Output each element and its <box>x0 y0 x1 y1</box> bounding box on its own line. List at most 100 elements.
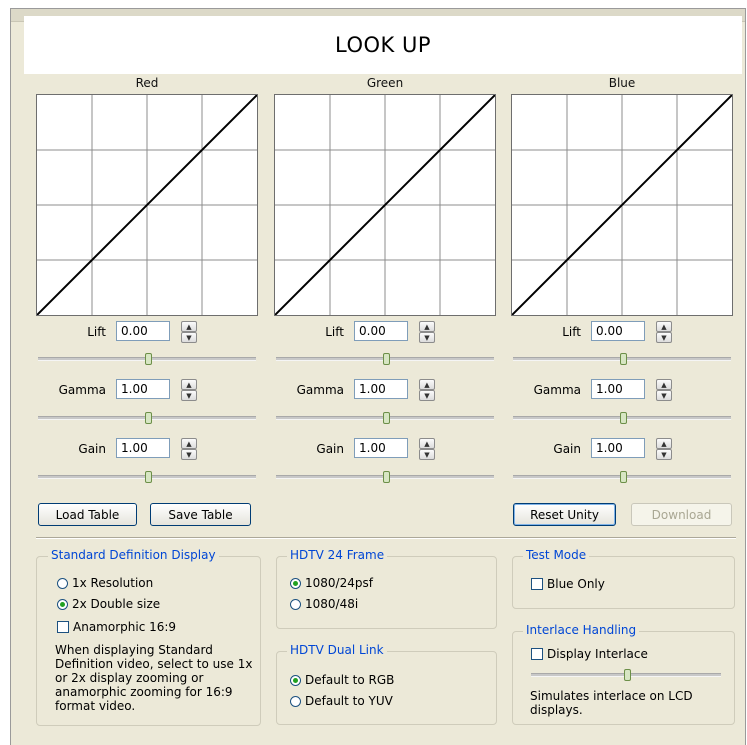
blue-gain-slider-thumb[interactable] <box>620 471 627 483</box>
green-gamma-slider[interactable] <box>276 412 494 424</box>
red-gain-slider-thumb[interactable] <box>145 471 152 483</box>
red-gain-up-icon[interactable]: ▲ <box>181 438 197 449</box>
green-gain-up-icon[interactable]: ▲ <box>419 438 435 449</box>
sd-display-legend: Standard Definition Display <box>48 548 219 562</box>
test-mode-legend: Test Mode <box>523 548 590 562</box>
radio-2x[interactable] <box>57 598 68 610</box>
blue-channel-label: Blue <box>608 76 636 90</box>
red-lift-label: Lift <box>87 325 106 339</box>
radio-1080-24psf[interactable] <box>290 577 301 589</box>
display-interlace-checkbox[interactable] <box>531 648 543 660</box>
green-lift-up-icon[interactable]: ▲ <box>419 321 435 332</box>
red-gamma-up-icon[interactable]: ▲ <box>181 379 197 390</box>
red-gamma-spinner[interactable]: ▲ ▼ <box>181 379 197 401</box>
green-gamma-input[interactable] <box>354 379 408 399</box>
save-table-button[interactable]: Save Table <box>150 503 251 526</box>
sd-description: When displaying Standard Definition vide… <box>55 643 253 713</box>
blue-lift-down-icon[interactable]: ▼ <box>656 332 672 343</box>
green-lift-slider[interactable] <box>276 353 494 365</box>
blue-gamma-down-icon[interactable]: ▼ <box>656 390 672 401</box>
option-1x-resolution[interactable]: 1x Resolution <box>57 576 153 590</box>
green-gain-slider[interactable] <box>276 471 494 483</box>
option-2x-double[interactable]: 2x Double size <box>57 597 160 611</box>
blue-gain-down-icon[interactable]: ▼ <box>656 449 672 460</box>
blue-gain-label: Gain <box>553 442 581 456</box>
red-lift-slider-thumb[interactable] <box>145 353 152 365</box>
window-title: LOOK UP <box>335 33 431 57</box>
red-curve-graph[interactable] <box>36 94 258 316</box>
blue-gamma-input[interactable] <box>591 379 645 399</box>
blue-lift-up-icon[interactable]: ▲ <box>656 321 672 332</box>
blue-gain-input[interactable] <box>591 438 645 458</box>
red-lift-spinner[interactable]: ▲ ▼ <box>181 321 197 343</box>
red-lift-input[interactable] <box>116 321 170 341</box>
red-gain-slider[interactable] <box>38 471 256 483</box>
red-gain-spinner[interactable]: ▲ ▼ <box>181 438 197 460</box>
radio-1x[interactable] <box>57 577 68 589</box>
blue-gain-spinner[interactable]: ▲ ▼ <box>656 438 672 460</box>
blue-gamma-slider[interactable] <box>513 412 731 424</box>
green-gain-down-icon[interactable]: ▼ <box>419 449 435 460</box>
option-1080-48i[interactable]: 1080/48i <box>290 597 358 611</box>
blue-gamma-up-icon[interactable]: ▲ <box>656 379 672 390</box>
blue-lift-input[interactable] <box>591 321 645 341</box>
green-lift-label: Lift <box>325 325 344 339</box>
blue-lift-label: Lift <box>562 325 581 339</box>
green-gamma-spinner[interactable]: ▲ ▼ <box>419 379 435 401</box>
green-lift-down-icon[interactable]: ▼ <box>419 332 435 343</box>
green-gamma-up-icon[interactable]: ▲ <box>419 379 435 390</box>
option-1080-48i-label: 1080/48i <box>305 597 359 611</box>
red-gamma-input[interactable] <box>116 379 170 399</box>
radio-1080-48i[interactable] <box>290 598 301 610</box>
green-gamma-label: Gamma <box>296 383 344 397</box>
blue-gain-up-icon[interactable]: ▲ <box>656 438 672 449</box>
blue-gamma-spinner[interactable]: ▲ ▼ <box>656 379 672 401</box>
blue-curve-graph[interactable] <box>511 94 733 316</box>
blue-lift-spinner[interactable]: ▲ ▼ <box>656 321 672 343</box>
blue-gain-slider[interactable] <box>513 471 731 483</box>
red-channel-label: Red <box>135 76 159 90</box>
green-lift-spinner[interactable]: ▲ ▼ <box>419 321 435 343</box>
red-lift-down-icon[interactable]: ▼ <box>181 332 197 343</box>
green-gamma-slider-thumb[interactable] <box>383 412 390 424</box>
section-divider <box>36 537 736 539</box>
anamorphic-checkbox[interactable] <box>57 621 69 633</box>
red-gain-input[interactable] <box>116 438 170 458</box>
blue-lift-slider[interactable] <box>513 353 731 365</box>
green-lift-slider-thumb[interactable] <box>383 353 390 365</box>
option-default-yuv[interactable]: Default to YUV <box>290 694 393 708</box>
interlace-slider-thumb[interactable] <box>624 669 631 681</box>
green-curve-graph[interactable] <box>274 94 496 316</box>
red-gamma-down-icon[interactable]: ▼ <box>181 390 197 401</box>
green-channel-label: Green <box>366 76 404 90</box>
red-gamma-slider-thumb[interactable] <box>145 412 152 424</box>
blue-gamma-label: Gamma <box>533 383 581 397</box>
radio-default-rgb[interactable] <box>290 674 301 686</box>
reset-unity-button[interactable]: Reset Unity <box>513 503 616 526</box>
hdtv-dual-group <box>276 651 497 725</box>
blue-gamma-slider-thumb[interactable] <box>620 412 627 424</box>
option-1080-24psf-label: 1080/24psf <box>305 576 373 590</box>
green-gain-spinner[interactable]: ▲ ▼ <box>419 438 435 460</box>
anamorphic-option[interactable]: Anamorphic 16:9 <box>57 620 176 634</box>
green-lift-input[interactable] <box>354 321 408 341</box>
green-gamma-down-icon[interactable]: ▼ <box>419 390 435 401</box>
red-gamma-slider[interactable] <box>38 412 256 424</box>
hdtv-24-group <box>276 556 497 629</box>
radio-default-yuv[interactable] <box>290 695 301 707</box>
interlace-slider[interactable] <box>531 669 721 681</box>
green-gain-slider-thumb[interactable] <box>383 471 390 483</box>
blue-only-option[interactable]: Blue Only <box>531 577 605 591</box>
option-default-rgb[interactable]: Default to RGB <box>290 673 394 687</box>
display-interlace-option[interactable]: Display Interlace <box>531 647 648 661</box>
option-default-yuv-label: Default to YUV <box>305 694 393 708</box>
load-table-button[interactable]: Load Table <box>38 503 137 526</box>
red-lift-up-icon[interactable]: ▲ <box>181 321 197 332</box>
option-1x-label: 1x Resolution <box>72 576 154 590</box>
red-lift-slider[interactable] <box>38 353 256 365</box>
green-gain-input[interactable] <box>354 438 408 458</box>
blue-only-checkbox[interactable] <box>531 578 543 590</box>
blue-lift-slider-thumb[interactable] <box>620 353 627 365</box>
option-1080-24psf[interactable]: 1080/24psf <box>290 576 373 590</box>
red-gain-down-icon[interactable]: ▼ <box>181 449 197 460</box>
